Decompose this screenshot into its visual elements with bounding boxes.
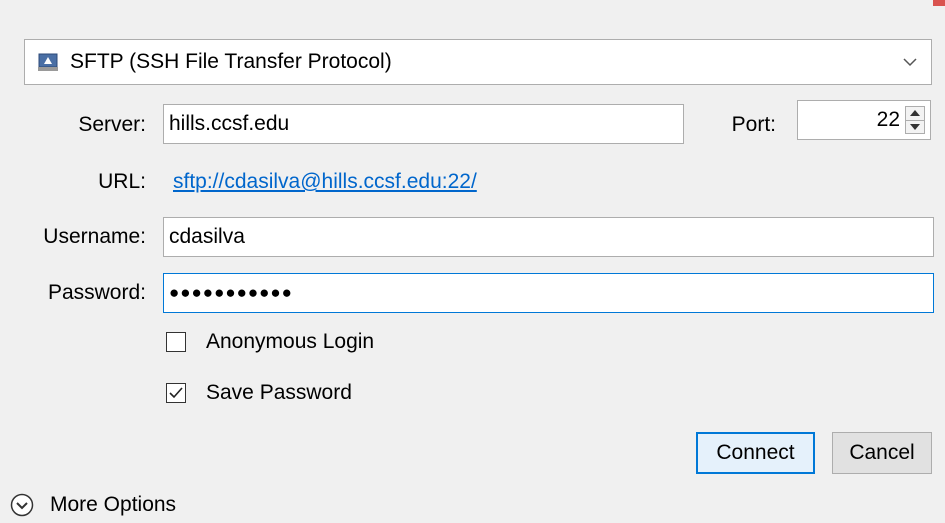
server-label: Server: xyxy=(78,113,146,136)
chevron-down-icon xyxy=(901,53,919,71)
drive-icon xyxy=(38,53,58,71)
more-options-label: More Options xyxy=(50,493,177,516)
checkmark-icon xyxy=(169,387,183,399)
anonymous-login-option[interactable]: Anonymous Login xyxy=(166,330,374,354)
url-link[interactable]: sftp://cdasilva@hills.ccsf.edu:22/ xyxy=(173,170,477,194)
save-password-checkbox[interactable] xyxy=(166,383,186,403)
save-password-label: Save Password xyxy=(206,381,352,404)
username-label: Username: xyxy=(43,225,146,248)
username-input[interactable]: cdasilva xyxy=(163,217,934,257)
window-close-accent xyxy=(933,0,945,6)
cancel-button[interactable]: Cancel xyxy=(832,432,932,474)
spinner-down-icon[interactable] xyxy=(906,119,924,134)
port-label: Port: xyxy=(731,113,776,136)
connect-button[interactable]: Connect xyxy=(696,432,815,474)
protocol-selected-label: SFTP (SSH File Transfer Protocol) xyxy=(70,50,392,73)
chevron-circle-down-icon[interactable] xyxy=(10,493,34,517)
protocol-dropdown[interactable]: SFTP (SSH File Transfer Protocol) xyxy=(24,39,932,85)
url-label: URL: xyxy=(98,170,146,193)
anonymous-login-checkbox[interactable] xyxy=(166,332,186,352)
server-input[interactable]: hills.ccsf.edu xyxy=(163,104,684,144)
spinner-up-icon[interactable] xyxy=(906,107,924,120)
save-password-option[interactable]: Save Password xyxy=(166,381,352,405)
anonymous-login-label: Anonymous Login xyxy=(206,330,375,353)
more-options-toggle[interactable]: More Options xyxy=(10,493,176,517)
password-input[interactable]: ●●●●●●●●●●● xyxy=(163,273,934,313)
port-spinner[interactable] xyxy=(905,106,925,134)
password-label: Password: xyxy=(47,281,146,304)
